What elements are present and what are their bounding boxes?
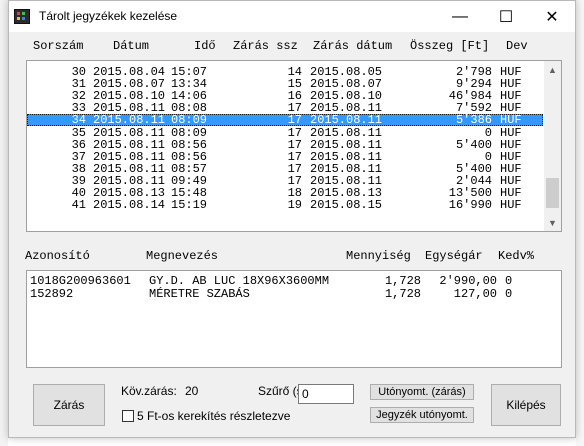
table-row[interactable]: 35 2015.08.11 08:09 17 2015.08.11 0 HUF: [27, 127, 543, 139]
app-icon: [14, 9, 30, 24]
detail-cell-qty: 1,728: [384, 274, 421, 288]
cell-time: 08:09: [171, 113, 208, 128]
cell-time: 08:56: [171, 149, 208, 164]
cell-zssz: 19: [287, 198, 302, 213]
col-header-dev: Dev: [506, 39, 528, 53]
table-row[interactable]: 36 2015.08.11 08:56 17 2015.08.11 5'400 HUF: [27, 139, 543, 151]
list-scrollbar[interactable]: ▲ ▼: [544, 61, 561, 231]
cell-time: 15:19: [171, 198, 208, 213]
window-title: Tárolt jegyzékek kezelése: [39, 9, 178, 23]
table-row[interactable]: 41 2015.08.14 15:19 19 2015.08.15 16'990 HUF: [27, 199, 543, 211]
rounding-checkbox-label: 5 Ft-os kerekítés részletezve: [137, 409, 291, 423]
cell-dev: HUF: [500, 113, 522, 128]
col-header-zaras-datum: Zárás dátum: [313, 39, 393, 53]
receipt-list[interactable]: 30 2015.08.04 15:07 14 2015.08.05 2'798 HUF 31 2…: [26, 60, 562, 232]
scroll-thumb[interactable]: [546, 178, 559, 208]
cell-zdate: 2015.08.11: [310, 113, 383, 128]
detail-cell-name: GY.D. AB LUC 18X96X3600MM: [149, 274, 330, 288]
col-header-datum: Dátum: [113, 39, 150, 53]
detail-cell-disc: 0: [505, 287, 513, 301]
cell-time: 08:57: [171, 161, 208, 176]
cell-zdate: 2015.08.11: [310, 149, 383, 164]
cell-dev: HUF: [500, 137, 522, 152]
next-close-label: Köv.zárás:: [121, 384, 177, 398]
detail-cell-price: 127,00: [453, 287, 497, 301]
cell-dev: HUF: [500, 125, 522, 140]
cell-zdate: 2015.08.11: [310, 125, 383, 140]
cell-no: 38: [71, 161, 86, 176]
close-button[interactable]: ✕: [529, 1, 575, 32]
col-header-ido: Idő: [194, 39, 216, 53]
cell-date: 2015.08.11: [93, 149, 166, 164]
minimize-icon: —: [452, 7, 468, 25]
detail-cell-id: 152892: [30, 287, 74, 301]
cell-dev: HUF: [500, 149, 522, 164]
table-row[interactable]: 37 2015.08.11 08:56 17 2015.08.11 0 HUF: [27, 151, 543, 163]
table-row[interactable]: 38 2015.08.11 08:57 17 2015.08.11 5'400 HUF: [27, 163, 543, 175]
cell-zdate: 2015.08.11: [310, 137, 383, 152]
detail-cell-disc: 0: [505, 274, 513, 288]
cell-no: 35: [71, 125, 86, 140]
cell-amount: 5'386: [455, 113, 492, 128]
cell-no: 34: [71, 113, 86, 128]
cell-date: 2015.08.14: [93, 198, 166, 213]
cell-zssz: 17: [287, 125, 302, 140]
cell-date: 2015.08.11: [93, 137, 166, 152]
detail-cell-name: MÉRETRE SZABÁS: [149, 287, 250, 301]
maximize-button[interactable]: ☐: [483, 1, 529, 32]
background-left-strip: [0, 0, 8, 446]
exit-button[interactable]: Kilépés: [491, 384, 561, 426]
cell-amount: 0: [484, 149, 492, 164]
table-row[interactable]: 34 2015.08.11 08:09 17 2015.08.11 5'386 HUF: [27, 113, 543, 128]
cell-amount: 16'990: [448, 198, 492, 213]
cell-zssz: 17: [287, 161, 302, 176]
item-detail-list[interactable]: 1018G200963601 GY.D. AB LUC 18X96X3600MM 1…: [26, 270, 562, 368]
reprint-list-button[interactable]: Jegyzék utónyomt.: [370, 407, 474, 423]
cell-time: 08:56: [171, 137, 208, 152]
next-close-value: 20: [185, 384, 199, 398]
minimize-button[interactable]: —: [437, 1, 483, 32]
cell-zssz: 17: [287, 149, 302, 164]
cell-amount: 0: [484, 125, 492, 140]
filter-input[interactable]: 0: [298, 384, 354, 404]
col-header-sorszam: Sorszám: [33, 39, 84, 53]
col-header-osszeg: Összeg [Ft]: [410, 39, 490, 53]
cell-date: 2015.08.11: [93, 161, 166, 176]
detail-cell-id: 1018G200963601: [30, 274, 131, 288]
scroll-down-icon[interactable]: ▼: [544, 214, 561, 231]
cell-amount: 5'400: [455, 161, 492, 176]
col-header-zaras-ssz: Zárás ssz: [233, 39, 298, 53]
detail-header-megnevezes: Megnevezés: [146, 249, 219, 263]
maximize-icon: ☐: [498, 8, 514, 26]
cell-no: 41: [71, 198, 86, 213]
cell-zssz: 17: [287, 113, 302, 128]
cell-date: 2015.08.11: [93, 125, 166, 140]
detail-header-mennyiseg: Mennyiség: [346, 249, 411, 263]
detail-header-kedv: Kedv%: [498, 249, 535, 263]
cell-no: 36: [71, 137, 86, 152]
detail-header-egysegar: Egységár: [425, 249, 483, 263]
detail-header-azonosito: Azonosító: [25, 249, 90, 263]
cell-date: 2015.08.11: [93, 113, 166, 128]
cell-dev: HUF: [500, 198, 522, 213]
cell-no: 37: [71, 149, 86, 164]
reprint-close-button[interactable]: Utónyomt. (zárás): [370, 384, 474, 400]
close-receipt-button[interactable]: Zárás: [33, 384, 105, 426]
background-right-strip: [576, 0, 584, 446]
title-bar: Tárolt jegyzékek kezelése — ☐ ✕: [9, 1, 575, 32]
cell-zdate: 2015.08.15: [310, 198, 383, 213]
cell-amount: 5'400: [455, 137, 492, 152]
cell-zdate: 2015.08.11: [310, 161, 383, 176]
cell-dev: HUF: [500, 161, 522, 176]
list-item[interactable]: 1018G200963601 GY.D. AB LUC 18X96X3600MM 1…: [27, 275, 561, 287]
close-icon: ✕: [545, 8, 559, 26]
main-window: Tárolt jegyzékek kezelése — ☐ ✕ Sorszám …: [8, 0, 576, 438]
rounding-checkbox[interactable]: [122, 410, 134, 422]
detail-cell-qty: 1,728: [384, 287, 421, 301]
scroll-up-icon[interactable]: ▲: [544, 61, 561, 78]
list-item[interactable]: 152892 MÉRETRE SZABÁS 1,728 127,00 0: [27, 288, 561, 300]
detail-cell-price: 2'990,00: [439, 274, 497, 288]
cell-time: 08:09: [171, 125, 208, 140]
cell-zssz: 17: [287, 137, 302, 152]
